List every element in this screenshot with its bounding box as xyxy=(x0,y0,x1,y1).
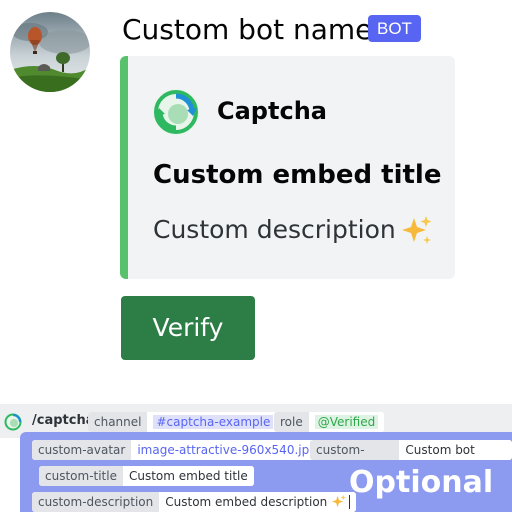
option-custom-name[interactable]: custom-name Custom bot name xyxy=(310,440,512,460)
option-value: Custom embed title xyxy=(122,466,254,486)
embed-title: Custom embed title xyxy=(153,160,442,190)
option-key: custom-title xyxy=(39,466,123,486)
bot-avatar[interactable] xyxy=(10,12,90,92)
embed-description-text: Custom description xyxy=(153,215,396,244)
bot-username[interactable]: Custom bot name xyxy=(122,12,372,48)
landscape-balloon-avatar-icon xyxy=(10,12,90,92)
bot-badge: BOT xyxy=(368,15,421,42)
option-custom-title[interactable]: custom-title Custom embed title xyxy=(39,466,254,486)
option-key: custom-avatar xyxy=(32,440,132,460)
option-value: image-attractive-960x540.jpg xyxy=(131,440,323,460)
option-custom-avatar[interactable]: custom-avatar image-attractive-960x540.j… xyxy=(32,440,323,460)
command-name: /captcha xyxy=(32,413,95,428)
optional-label: Optional xyxy=(349,465,494,500)
verify-button[interactable]: Verify xyxy=(121,296,255,360)
option-channel[interactable]: channel #captcha-example xyxy=(88,412,280,432)
option-value: Custom bot name xyxy=(399,440,512,460)
captcha-refresh-icon xyxy=(153,89,199,135)
option-value-role: @Verified xyxy=(314,415,379,429)
sparkles-icon xyxy=(401,216,432,244)
option-key: custom-name xyxy=(310,440,400,460)
message-embed: Captcha Custom embed title Custom descri… xyxy=(120,56,455,279)
option-key: role xyxy=(274,412,309,432)
sparkles-icon xyxy=(332,494,347,508)
option-role[interactable]: role @Verified xyxy=(274,412,385,432)
embed-author[interactable]: Captcha xyxy=(217,95,327,127)
option-custom-description[interactable]: custom-description Custom embed descript… xyxy=(32,492,357,512)
embed-description: Custom description xyxy=(153,213,434,248)
option-key: channel xyxy=(88,412,148,432)
option-value-channel: #captcha-example xyxy=(153,415,274,429)
option-key: custom-description xyxy=(32,492,160,512)
option-value: Custom embed description xyxy=(165,495,328,509)
captcha-app-icon xyxy=(4,413,22,431)
